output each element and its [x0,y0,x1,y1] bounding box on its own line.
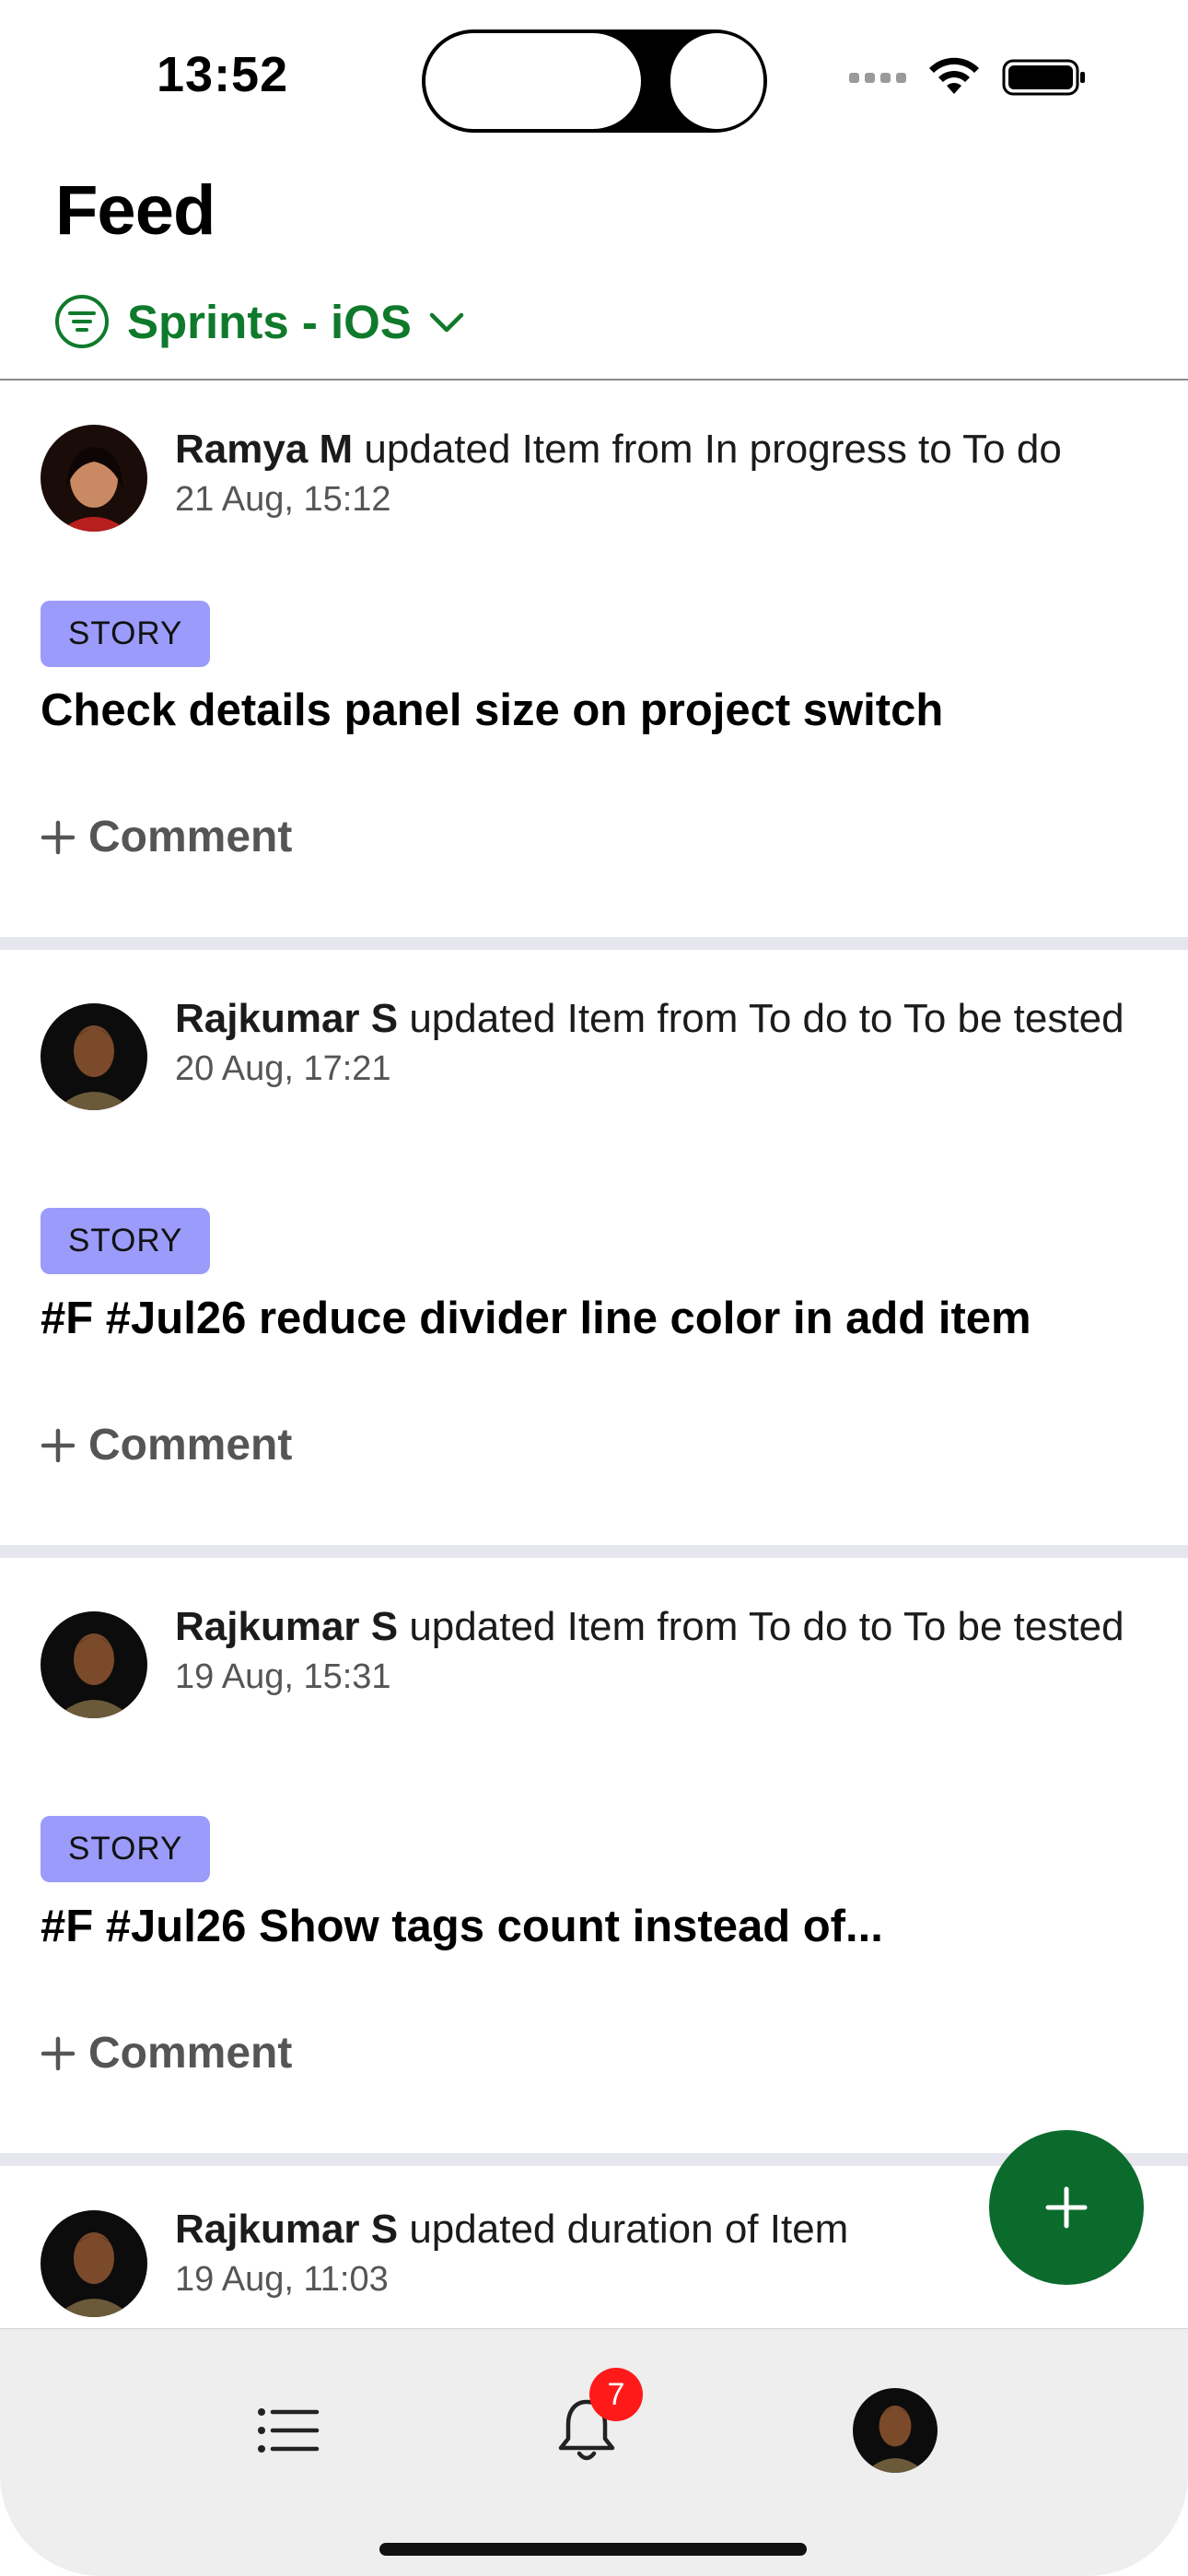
item-type-badge: STORY [41,601,211,667]
activity-description: updated Item from To do to To be tested [398,1604,1124,1649]
feed-list: Ramya M updated Item from In progress to… [0,381,1188,2350]
add-comment-button[interactable]: Comment [41,2028,292,2078]
user-name: Rajkumar S [175,2207,399,2252]
activity-description: updated Item from To do to To be tested [398,996,1124,1041]
add-comment-label: Comment [88,813,293,861]
add-comment-label: Comment [88,2029,293,2078]
activity-timestamp: 19 Aug, 15:31 [175,1657,391,1696]
activity-text: Rajkumar S updated Item from To do to To… [175,1602,1133,1652]
add-comment-label: Comment [88,1421,293,1469]
add-comment-button[interactable]: Comment [41,812,292,862]
item-title[interactable]: #F #Jul26 Show tags count instead of... [41,1901,1151,1952]
user-avatar[interactable] [41,1003,147,1110]
filter-icon [55,295,109,348]
status-bar: 13:52 [0,0,1188,157]
user-avatar[interactable] [41,1611,147,1718]
wifi-icon [929,57,979,94]
plus-icon [41,1428,76,1462]
filter-label: Sprints - iOS [127,295,412,348]
activity-description: updated Item from In progress to To do [353,427,1062,472]
user-name: Rajkumar S [175,1604,399,1649]
dynamic-island [422,29,767,133]
tab-feed[interactable] [233,2375,344,2486]
add-item-button[interactable] [989,2130,1144,2285]
chevron-down-icon [429,312,464,333]
plus-icon [41,2036,76,2070]
feed-card[interactable]: Rajkumar S updated Item from To do to To… [0,950,1188,1558]
status-time: 13:52 [157,47,289,102]
activity-timestamp: 19 Aug, 11:03 [175,2260,389,2299]
battery-icon [1002,59,1085,96]
tab-bar: 7 [0,2328,1188,2576]
plus-icon [41,820,76,854]
list-icon [258,2408,320,2453]
cellular-signal-icon [849,72,906,83]
activity-timestamp: 21 Aug, 15:12 [175,480,391,519]
activity-text: Ramya M updated Item from In progress to… [175,425,1133,474]
user-name: Rajkumar S [175,996,399,1041]
activity-description: updated duration of Item [398,2207,849,2252]
activity-timestamp: 20 Aug, 17:21 [175,1049,391,1088]
tab-profile[interactable] [840,2375,950,2486]
item-type-badge: STORY [41,1208,211,1274]
page-title: Feed [55,171,215,250]
notification-count-badge: 7 [589,2368,643,2421]
item-type-badge: STORY [41,1816,211,1882]
item-title[interactable]: Check details panel size on project swit… [41,685,1151,736]
item-title[interactable]: #F #Jul26 reduce divider line color in a… [41,1293,1151,1344]
user-avatar[interactable] [41,2210,147,2317]
home-indicator [379,2543,807,2556]
add-comment-button[interactable]: Comment [41,1420,292,1470]
profile-avatar [853,2388,938,2473]
user-avatar[interactable] [41,425,147,532]
feed-card[interactable]: Ramya M updated Item from In progress to… [0,381,1188,950]
user-name: Ramya M [175,427,354,472]
feed-card[interactable]: Rajkumar S updated Item from To do to To… [0,1558,1188,2166]
sprint-filter-selector[interactable]: Sprints - iOS [53,293,465,350]
activity-text: Rajkumar S updated Item from To do to To… [175,994,1133,1044]
status-icons [849,57,1087,98]
plus-icon [1045,2186,1088,2229]
